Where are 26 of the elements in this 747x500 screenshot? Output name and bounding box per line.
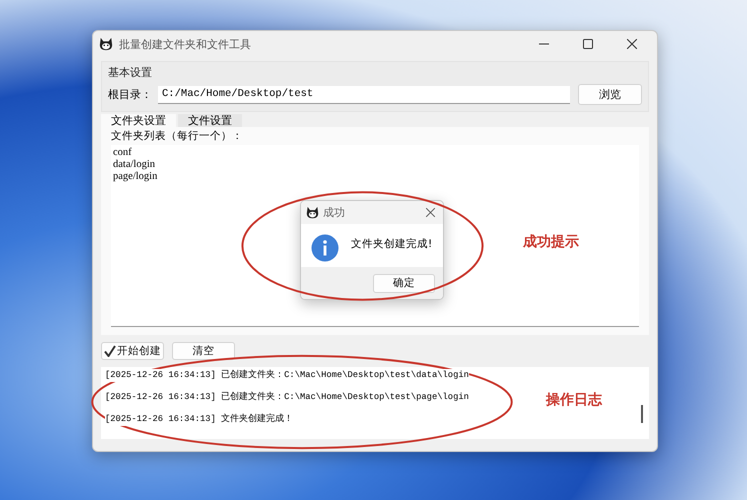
cat-logo-icon <box>99 37 113 51</box>
annotation-label: 操作日志 <box>546 391 602 409</box>
folder-entry: page/login <box>113 171 158 183</box>
annotation-label: 成功提示 <box>523 233 579 251</box>
folder-list-label: 文件夹列表（每行一个）： <box>111 129 244 143</box>
cat-logo-icon <box>306 206 319 219</box>
browse-button[interactable]: 浏览 <box>578 84 642 105</box>
maximize-icon[interactable] <box>583 39 593 49</box>
info-icon <box>311 234 339 262</box>
close-icon[interactable] <box>426 208 435 217</box>
tab[interactable]: 文件设置 <box>178 114 242 127</box>
action-button[interactable]: 清空 <box>172 342 235 360</box>
dialog-title: 成功 <box>323 205 345 220</box>
close-icon[interactable] <box>627 39 637 49</box>
tab[interactable]: 文件夹设置 <box>101 114 176 127</box>
window-title: 批量创建文件夹和文件工具 <box>119 36 251 52</box>
check-icon <box>104 345 116 357</box>
root-path-field[interactable]: C:/Mac/Home/Desktop/test <box>158 86 570 104</box>
scrollbar-thumb[interactable] <box>641 405 643 423</box>
action-button[interactable]: 开始创建 <box>101 342 164 360</box>
folder-entry: conf <box>113 147 132 159</box>
ok-button[interactable]: 确定 <box>373 274 435 292</box>
root-label: 根目录： <box>108 87 152 102</box>
dialog-message: 文件夹创建完成! <box>351 237 432 251</box>
folder-entry: data/login <box>113 159 155 171</box>
group-title: 基本设置 <box>108 65 153 80</box>
